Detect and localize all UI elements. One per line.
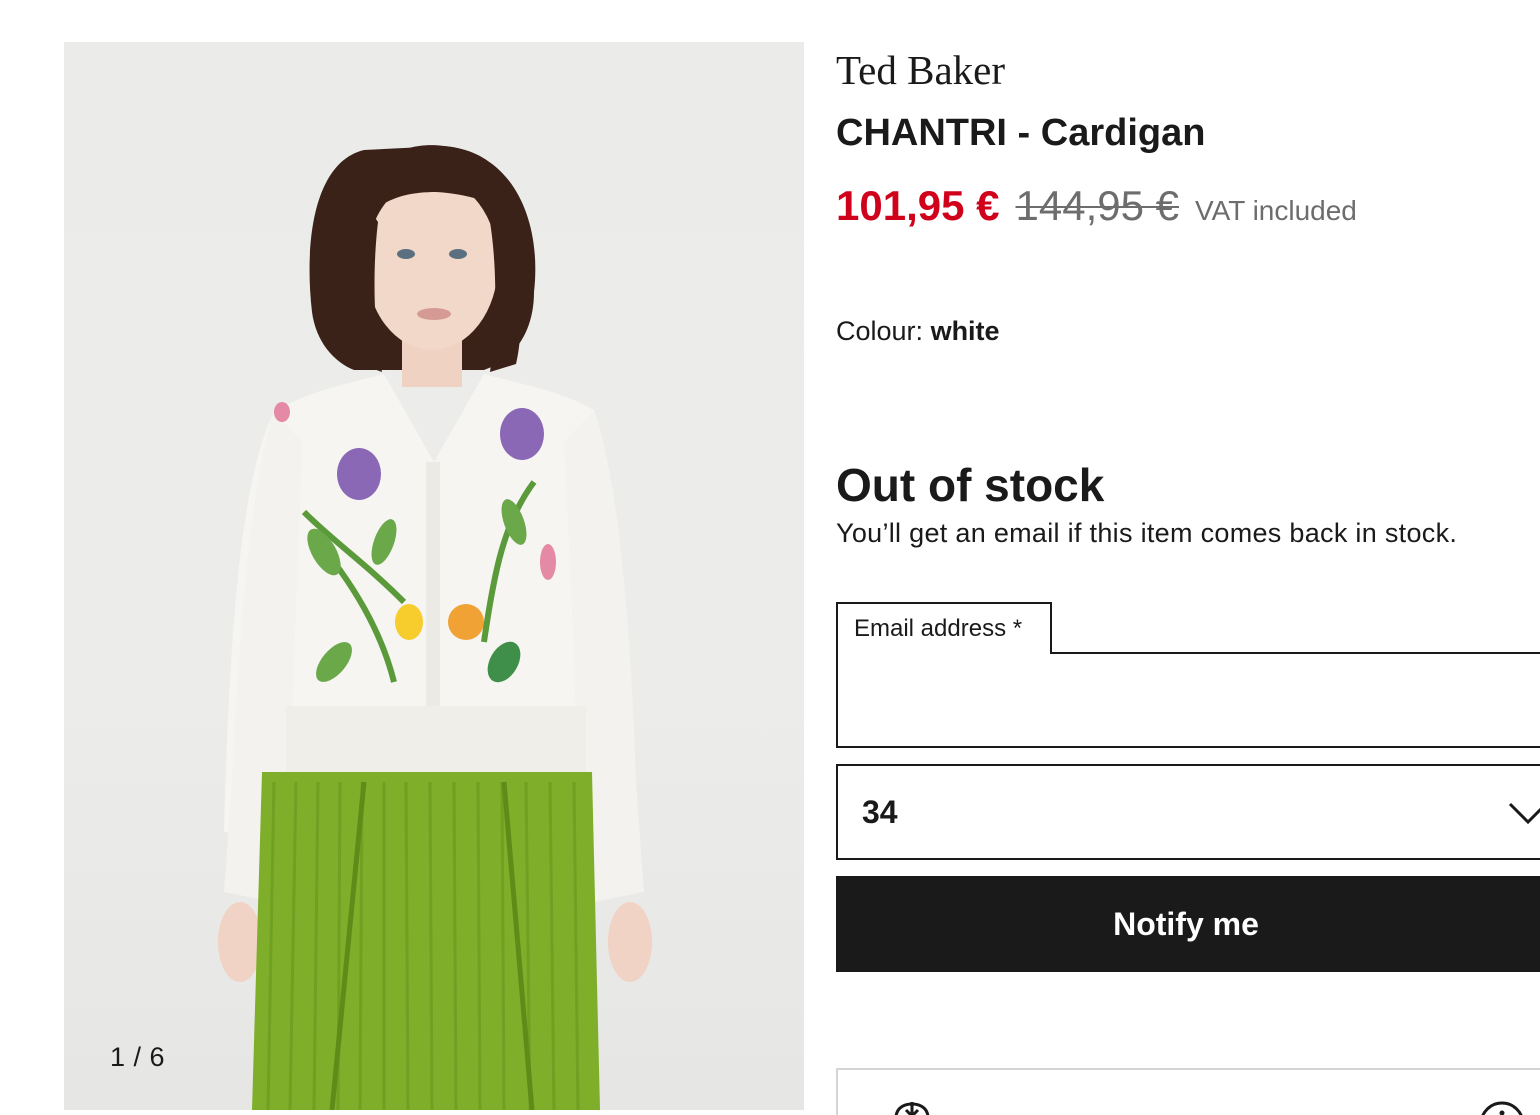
product-image-gallery[interactable]: 1 / 6 <box>64 42 804 1110</box>
product-page: 1 / 6 Ted Baker CHANTRI - Cardigan 101,9… <box>0 0 1540 1115</box>
original-price: 144,95 € <box>1015 182 1180 229</box>
out-of-stock-message: You’ll get an email if this item comes b… <box>836 518 1458 548</box>
sale-price: 101,95 € <box>836 182 1000 229</box>
colour-label: Colour: <box>836 316 924 346</box>
delivery-info-box <box>836 1068 1540 1115</box>
size-select[interactable]: 34 <box>836 764 1540 860</box>
delivery-icon <box>894 1102 930 1115</box>
size-select-value: 34 <box>862 794 898 830</box>
notify-me-button[interactable]: Notify me <box>836 876 1540 972</box>
image-counter: 1 / 6 <box>110 1042 166 1072</box>
out-of-stock-heading: Out of stock <box>836 459 1105 511</box>
brand-name[interactable]: Ted Baker <box>836 46 1005 94</box>
product-photo[interactable] <box>64 42 804 1110</box>
chevron-down-icon <box>1508 802 1540 825</box>
price-row: 101,95 € 144,95 € VAT included <box>836 182 1357 230</box>
email-field-label: Email address * <box>836 602 1052 654</box>
vat-note: VAT included <box>1195 195 1357 226</box>
product-title: CHANTRI - Cardigan <box>836 112 1206 154</box>
notify-me-label: Notify me <box>1113 905 1259 942</box>
colour-value: white <box>930 316 1000 346</box>
colour-row: Colour: white <box>836 316 1000 347</box>
email-field[interactable] <box>836 652 1540 748</box>
info-icon[interactable] <box>1478 1100 1526 1115</box>
